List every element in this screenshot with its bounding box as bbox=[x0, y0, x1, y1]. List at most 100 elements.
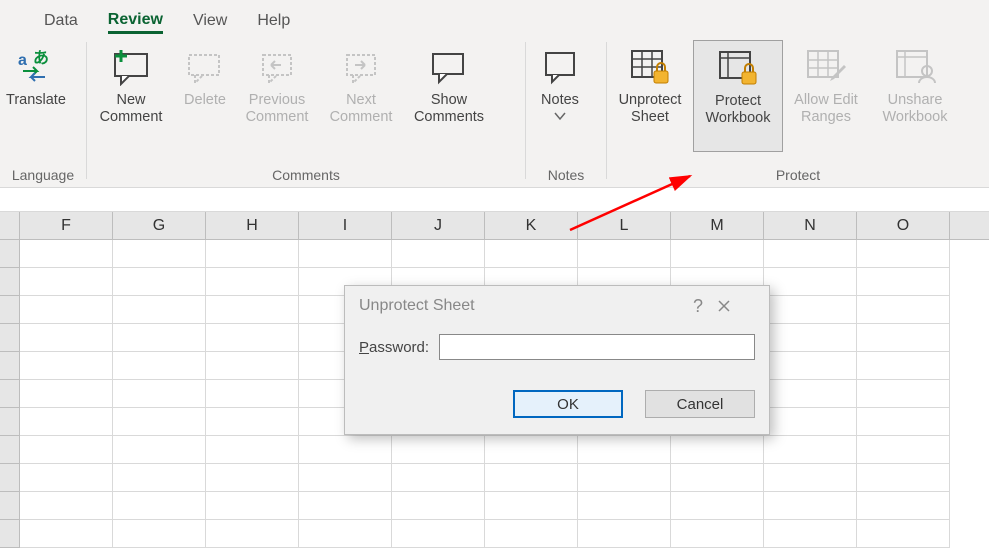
cell[interactable] bbox=[392, 520, 485, 548]
col-header[interactable]: I bbox=[299, 212, 392, 239]
cell[interactable] bbox=[20, 464, 113, 492]
cell[interactable] bbox=[206, 520, 299, 548]
row-header[interactable] bbox=[0, 240, 20, 268]
cell[interactable] bbox=[578, 240, 671, 268]
cell[interactable] bbox=[299, 520, 392, 548]
row-header[interactable] bbox=[0, 436, 20, 464]
cell[interactable] bbox=[671, 436, 764, 464]
dialog-close-button[interactable] bbox=[717, 299, 755, 313]
rowcol-corner[interactable] bbox=[0, 212, 20, 239]
cell[interactable] bbox=[20, 296, 113, 324]
col-header[interactable]: G bbox=[113, 212, 206, 239]
cell[interactable] bbox=[299, 240, 392, 268]
cell[interactable] bbox=[857, 492, 950, 520]
cell[interactable] bbox=[206, 380, 299, 408]
cell[interactable] bbox=[206, 324, 299, 352]
cell[interactable] bbox=[20, 324, 113, 352]
password-input[interactable] bbox=[439, 334, 755, 360]
unprotect-sheet-button[interactable]: Unprotect Sheet bbox=[607, 40, 693, 152]
cell[interactable] bbox=[206, 240, 299, 268]
cell[interactable] bbox=[671, 240, 764, 268]
cell[interactable] bbox=[206, 352, 299, 380]
formula-bar[interactable] bbox=[0, 188, 989, 212]
show-comments-button[interactable]: Show Comments bbox=[403, 40, 495, 152]
cell[interactable] bbox=[764, 492, 857, 520]
cell[interactable] bbox=[113, 240, 206, 268]
tab-data[interactable]: Data bbox=[44, 12, 78, 34]
cancel-button[interactable]: Cancel bbox=[645, 390, 755, 418]
cell[interactable] bbox=[206, 492, 299, 520]
cell[interactable] bbox=[857, 520, 950, 548]
col-header[interactable]: F bbox=[20, 212, 113, 239]
dialog-help-button[interactable]: ? bbox=[679, 296, 717, 317]
cell[interactable] bbox=[857, 352, 950, 380]
cell[interactable] bbox=[578, 464, 671, 492]
cell[interactable] bbox=[20, 352, 113, 380]
cell[interactable] bbox=[578, 492, 671, 520]
cell[interactable] bbox=[113, 296, 206, 324]
cell[interactable] bbox=[20, 408, 113, 436]
cell[interactable] bbox=[671, 464, 764, 492]
notes-button[interactable]: Notes bbox=[526, 40, 594, 152]
row-header[interactable] bbox=[0, 380, 20, 408]
cell[interactable] bbox=[671, 492, 764, 520]
cell[interactable] bbox=[857, 296, 950, 324]
tab-help[interactable]: Help bbox=[257, 12, 290, 34]
cell[interactable] bbox=[20, 492, 113, 520]
cell[interactable] bbox=[113, 492, 206, 520]
cell[interactable] bbox=[764, 296, 857, 324]
row-header[interactable] bbox=[0, 408, 20, 436]
cell[interactable] bbox=[671, 520, 764, 548]
cell[interactable] bbox=[299, 492, 392, 520]
cell[interactable] bbox=[485, 492, 578, 520]
cell[interactable] bbox=[206, 268, 299, 296]
col-header[interactable]: J bbox=[392, 212, 485, 239]
ok-button[interactable]: OK bbox=[513, 390, 623, 418]
protect-workbook-button[interactable]: Protect Workbook bbox=[693, 40, 783, 152]
cell[interactable] bbox=[113, 268, 206, 296]
cell[interactable] bbox=[20, 436, 113, 464]
cell[interactable] bbox=[485, 240, 578, 268]
cell[interactable] bbox=[764, 352, 857, 380]
translate-button[interactable]: a あ Translate bbox=[0, 40, 72, 152]
cell[interactable] bbox=[857, 324, 950, 352]
cell[interactable] bbox=[578, 520, 671, 548]
cell[interactable] bbox=[857, 408, 950, 436]
cell[interactable] bbox=[113, 464, 206, 492]
cell[interactable] bbox=[113, 352, 206, 380]
cell[interactable] bbox=[392, 492, 485, 520]
tab-view[interactable]: View bbox=[193, 12, 227, 34]
cell[interactable] bbox=[857, 380, 950, 408]
cell[interactable] bbox=[206, 464, 299, 492]
cell[interactable] bbox=[206, 296, 299, 324]
cell[interactable] bbox=[299, 464, 392, 492]
cell[interactable] bbox=[113, 408, 206, 436]
row-header[interactable] bbox=[0, 268, 20, 296]
cell[interactable] bbox=[113, 436, 206, 464]
row-header[interactable] bbox=[0, 464, 20, 492]
cell[interactable] bbox=[764, 240, 857, 268]
cell[interactable] bbox=[764, 436, 857, 464]
row-header[interactable] bbox=[0, 520, 20, 548]
cell[interactable] bbox=[578, 436, 671, 464]
cell[interactable] bbox=[20, 520, 113, 548]
cell[interactable] bbox=[764, 408, 857, 436]
cell[interactable] bbox=[764, 324, 857, 352]
cell[interactable] bbox=[857, 268, 950, 296]
col-header[interactable]: N bbox=[764, 212, 857, 239]
cell[interactable] bbox=[299, 436, 392, 464]
cell[interactable] bbox=[485, 464, 578, 492]
new-comment-button[interactable]: New Comment bbox=[87, 40, 175, 152]
cell[interactable] bbox=[485, 436, 578, 464]
cell[interactable] bbox=[20, 380, 113, 408]
row-header[interactable] bbox=[0, 296, 20, 324]
cell[interactable] bbox=[206, 408, 299, 436]
col-header[interactable]: H bbox=[206, 212, 299, 239]
row-header[interactable] bbox=[0, 324, 20, 352]
cell[interactable] bbox=[206, 436, 299, 464]
cell[interactable] bbox=[764, 520, 857, 548]
tab-review[interactable]: Review bbox=[108, 11, 163, 34]
cell[interactable] bbox=[113, 380, 206, 408]
cell[interactable] bbox=[113, 324, 206, 352]
cell[interactable] bbox=[485, 520, 578, 548]
